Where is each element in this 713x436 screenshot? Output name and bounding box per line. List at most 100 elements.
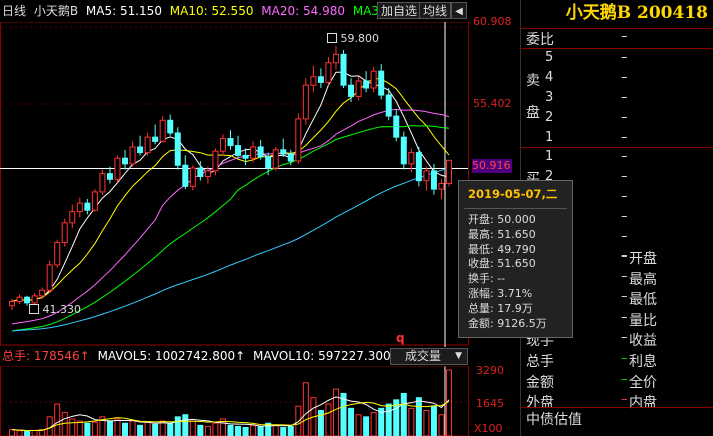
ma10-label: MA10: 52.550 xyxy=(169,4,254,18)
candle-body xyxy=(152,136,159,142)
volume-bar xyxy=(287,425,294,436)
candle-body xyxy=(400,136,407,165)
moving-average-lines xyxy=(11,71,450,332)
volume-bar xyxy=(91,421,98,436)
sell-level-5: 5 xyxy=(545,50,554,65)
buy-level-1: 1 xyxy=(545,149,554,164)
candle-body xyxy=(438,183,445,190)
volume-bar xyxy=(24,430,31,436)
stat-value: – xyxy=(621,268,628,284)
weibi-label: 委比 xyxy=(526,32,554,48)
stat-label: 最低 xyxy=(629,292,657,309)
candle-body xyxy=(408,152,415,165)
candle-body xyxy=(265,156,272,169)
candle-body xyxy=(295,118,302,162)
volume-bar xyxy=(370,412,377,436)
volume-bar xyxy=(152,423,159,436)
candle-body xyxy=(227,138,234,147)
ma-settings-button[interactable]: 均线 xyxy=(419,2,452,19)
candle-body xyxy=(423,170,430,182)
tooltip-row: 换手: -- xyxy=(468,272,506,286)
volume-bar xyxy=(144,421,151,436)
candle-body xyxy=(39,289,46,297)
stat-label: 利息 xyxy=(629,354,657,370)
sell-side-label: 卖 xyxy=(526,73,540,89)
stat-label: 量比 xyxy=(629,312,657,329)
buy-level-value: – xyxy=(621,209,628,224)
ma5-label: MA5: 51.150 xyxy=(85,4,162,18)
candlesticks xyxy=(9,45,452,310)
buy-level-value: – xyxy=(621,149,628,164)
candle-body xyxy=(393,115,400,138)
volume-bar xyxy=(446,369,452,436)
candle-body xyxy=(415,152,422,182)
candle-body xyxy=(317,76,324,83)
candle-body xyxy=(106,173,113,180)
volume-bar xyxy=(415,397,422,436)
sell-level-3: 3 xyxy=(545,90,554,105)
stat-value: – xyxy=(621,371,628,387)
kline-chart-area[interactable]: 日线 小天鹅B MA5: 51.150 MA10: 52.550 MA20: 5… xyxy=(0,0,520,436)
candle-body xyxy=(114,157,121,180)
candle-body xyxy=(174,132,181,166)
add-watchlist-button[interactable]: 加自选 xyxy=(377,2,422,19)
volume-bar xyxy=(235,425,242,436)
volume-bar xyxy=(363,416,370,436)
indicator-select[interactable]: 成交量 ▼ xyxy=(390,348,468,365)
volume-bar xyxy=(197,424,204,436)
sell-level-4: 4 xyxy=(545,70,554,85)
candle-body xyxy=(235,145,242,156)
candle-body xyxy=(385,94,392,117)
stat-label: 内盘 xyxy=(629,395,657,412)
stat-value: – xyxy=(621,248,628,263)
stat-label: 收益 xyxy=(629,333,657,350)
sell-level-value: – xyxy=(621,70,628,85)
candle-body xyxy=(159,119,166,142)
high-marker-icon xyxy=(327,33,337,43)
volume-bar xyxy=(76,420,83,436)
tooltip-divider xyxy=(464,208,567,209)
collapse-back-button[interactable]: ◀ xyxy=(451,2,467,19)
volume-bar xyxy=(332,388,339,436)
candle-body xyxy=(76,202,83,213)
candle-body xyxy=(242,154,249,159)
tooltip-row: 开盘: 50.000 xyxy=(468,213,536,226)
period-label[interactable]: 日线 xyxy=(2,4,26,18)
sell-level-1: 1 xyxy=(545,130,554,145)
stat-value: – xyxy=(621,289,628,305)
price-axis-top-label: 60.908 xyxy=(473,15,512,28)
current-price-label: 50.916 xyxy=(472,159,512,173)
candle-body xyxy=(310,76,317,86)
divider xyxy=(521,407,713,408)
tooltip-row: 金额: 9126.5万 xyxy=(468,316,547,330)
candle-body xyxy=(46,264,53,291)
buy-level-value: – xyxy=(621,189,628,204)
volume-bar xyxy=(167,422,174,436)
high-price-marker: 59.800 xyxy=(327,32,379,45)
candle-body xyxy=(99,173,106,193)
volume-bar xyxy=(61,412,68,436)
candle-body xyxy=(122,157,129,165)
candle-body xyxy=(302,84,309,120)
volume-bar xyxy=(280,426,287,436)
volume-bar xyxy=(9,429,15,436)
indicator-select-value: 成交量 xyxy=(405,349,442,363)
mavol5-label: MAVOL5: 1002742.800↑ xyxy=(97,349,246,363)
kline-chart[interactable] xyxy=(0,0,520,436)
candle-body xyxy=(144,136,151,154)
stat-label: 最高 xyxy=(629,271,657,288)
candle-body xyxy=(332,53,339,64)
candle-body xyxy=(167,119,174,134)
volume-bar xyxy=(204,425,211,436)
volume-bar xyxy=(106,420,113,436)
volume-bar xyxy=(302,382,309,436)
candle-body xyxy=(348,84,355,97)
stat-label: 金额 xyxy=(526,374,554,391)
price-frame xyxy=(0,21,469,346)
buy-level-value: – xyxy=(621,169,628,184)
candle-body xyxy=(272,149,279,169)
tooltip-row: 收盘: 51.650 xyxy=(468,257,536,271)
candle-body xyxy=(189,167,196,187)
candle-body xyxy=(280,149,287,155)
tooltip-row: 总量: 17.9万 xyxy=(468,301,533,315)
